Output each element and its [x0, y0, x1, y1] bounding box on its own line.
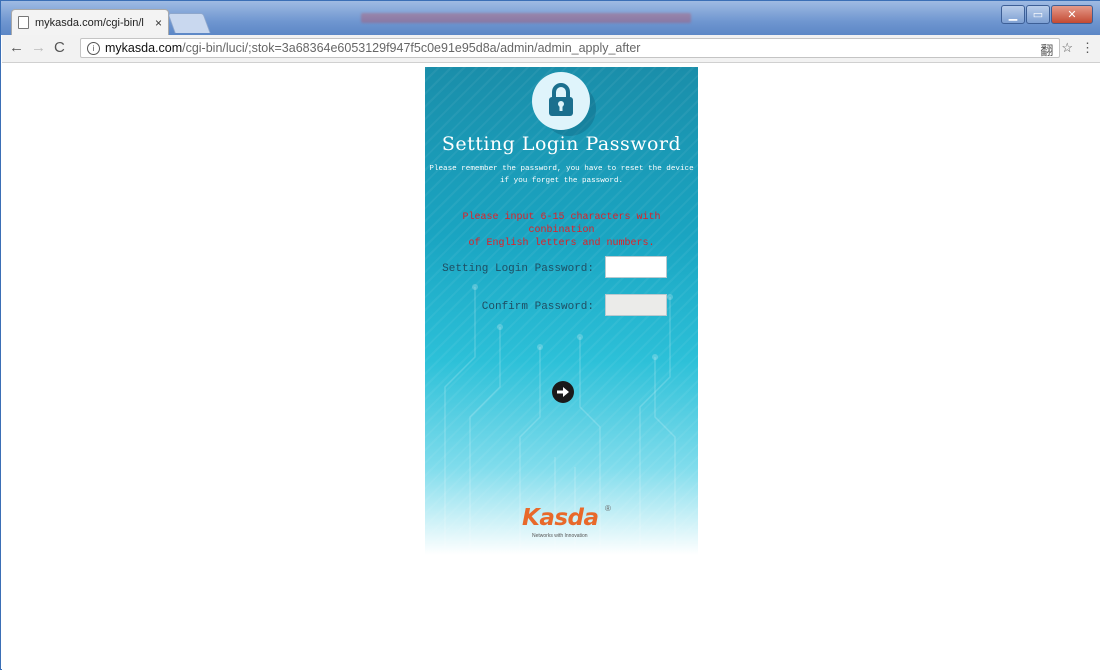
- menu-icon[interactable]: ⋮: [1081, 40, 1094, 59]
- star-icon[interactable]: ☆: [1061, 40, 1073, 59]
- browser-tab[interactable]: mykasda.com/cgi-bin/l ×: [11, 9, 169, 35]
- warning-line: Please input 6-15 characters with conbin…: [462, 212, 661, 236]
- arrow-right-icon: [557, 387, 569, 397]
- password-field[interactable]: [605, 256, 667, 278]
- reset-notice-line: if you forget the password.: [499, 177, 624, 185]
- info-icon[interactable]: i: [87, 41, 100, 55]
- browser-toolbar: ← → C i mykasda.com/cgi-bin/luci/;stok=3…: [2, 35, 1100, 63]
- close-window-button[interactable]: ✕: [1051, 5, 1093, 24]
- warning-line: of English letters and numbers.: [468, 238, 655, 249]
- address-bar[interactable]: i mykasda.com/cgi-bin/luci/;stok=3a68364…: [80, 38, 1060, 58]
- minimize-button[interactable]: ▁: [1001, 5, 1025, 24]
- forward-button[interactable]: →: [31, 39, 46, 57]
- back-button[interactable]: ←: [9, 39, 24, 57]
- background-window-title: [361, 13, 691, 23]
- brand-logo: Kasda: [522, 505, 599, 531]
- password-label: Setting Login Password:: [442, 263, 594, 275]
- confirm-password-label: Confirm Password:: [481, 301, 594, 313]
- window-controls: ▁ ▭ ✕: [1001, 5, 1093, 24]
- page-icon: [18, 16, 29, 29]
- lock-badge: [532, 72, 590, 130]
- url-host: mykasda.com: [105, 41, 183, 55]
- toolbar-icons: 翻 ☆ ⋮: [1040, 40, 1094, 59]
- page-viewport: Setting Login Password Please remember t…: [2, 63, 1100, 670]
- translate-icon[interactable]: 翻: [1040, 40, 1053, 59]
- submit-button[interactable]: [552, 381, 574, 403]
- tab-close-icon[interactable]: ×: [155, 16, 162, 30]
- login-panel: Setting Login Password Please remember t…: [425, 67, 698, 555]
- confirm-password-field[interactable]: [605, 294, 667, 316]
- registered-mark: ®: [605, 504, 611, 513]
- maximize-button[interactable]: ▭: [1026, 5, 1050, 24]
- password-rule-warning: Please input 6-15 characters with conbin…: [427, 211, 696, 250]
- page-title: Setting Login Password: [441, 133, 682, 155]
- browser-window: mykasda.com/cgi-bin/l × ▁ ▭ ✕ ← → C i my…: [0, 0, 1100, 670]
- new-tab-button[interactable]: [167, 13, 211, 33]
- reload-button[interactable]: C: [54, 39, 65, 57]
- reset-notice-line: Please remember the password, you have t…: [429, 165, 694, 173]
- lock-icon: [549, 83, 573, 116]
- tab-title: mykasda.com/cgi-bin/l: [35, 16, 144, 29]
- reset-notice: Please remember the password, you have t…: [427, 163, 696, 187]
- url-path: /cgi-bin/luci/;stok=3a68364e6053129f947f…: [182, 41, 641, 55]
- title-bar: mykasda.com/cgi-bin/l × ▁ ▭ ✕: [1, 1, 1100, 35]
- brand-tagline: Networks with Innovation: [532, 533, 588, 539]
